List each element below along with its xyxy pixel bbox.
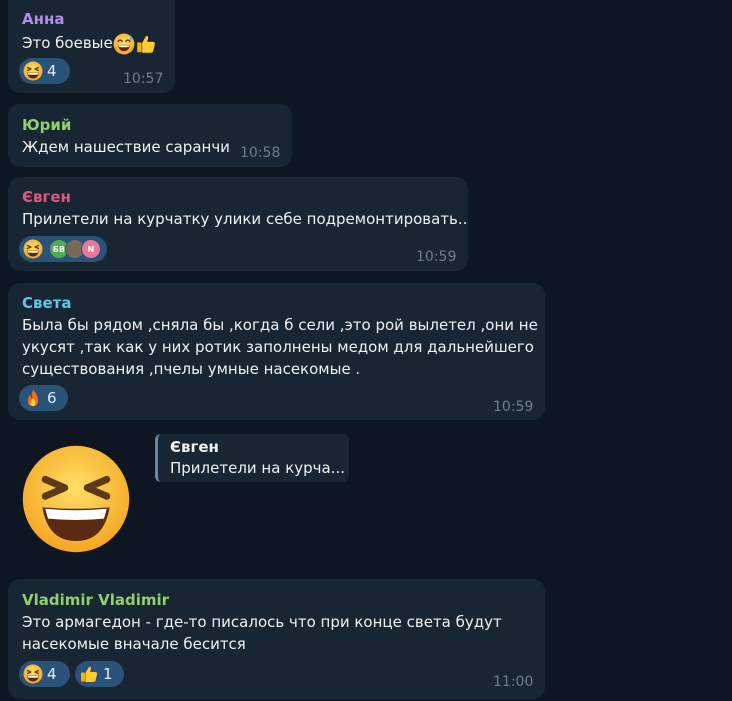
reply-text: Прилетели на курча... [170, 459, 346, 477]
message-bubble[interactable]: Анна Это боевые 4 10:57 [8, 0, 175, 93]
grinning-squint-icon [23, 239, 43, 259]
sender-name[interactable]: Анна [22, 10, 64, 28]
reaction-grinning[interactable]: 4 [19, 661, 70, 687]
reaction-count: 4 [47, 62, 57, 80]
reaction-count: 4 [47, 665, 57, 683]
message-text: Это боевые [22, 32, 157, 55]
message-bubble[interactable]: Света Была бы рядом ,сняла бы ,когда б с… [8, 283, 545, 420]
grinning-squint-icon [23, 664, 43, 684]
message-time: 10:57 [123, 71, 164, 87]
reaction-count: 6 [47, 389, 57, 407]
message-time: 10:59 [416, 249, 457, 265]
message-time: 10:59 [493, 399, 534, 415]
message-bubble[interactable]: Vladimir Vladimir Это армагедон - где-то… [8, 579, 545, 699]
reaction-grinning[interactable]: 4 [19, 58, 70, 84]
message-time: 10:58 [240, 145, 281, 161]
big-grinning-squint-emoji[interactable] [20, 443, 132, 555]
reply-sender: Євген [170, 438, 219, 456]
message-time: 11:00 [493, 674, 534, 690]
reply-preview[interactable]: Євген Прилетели на курча... [155, 434, 349, 482]
message-bubble[interactable]: Євген Прилетели на курчатку улики себе п… [8, 177, 468, 271]
sender-name[interactable]: Света [22, 294, 72, 312]
thumbs-up-icon [135, 33, 157, 55]
fire-icon [23, 388, 43, 408]
grinning-sweat-icon [113, 33, 135, 55]
sender-name[interactable]: Юрий [22, 116, 71, 134]
sender-name[interactable]: Vladimir Vladimir [22, 591, 169, 609]
message-text: Ждем нашествие саранчи [22, 138, 230, 156]
reaction-grinning-with-avatars[interactable]: БВ N [19, 236, 107, 262]
message-bubble[interactable]: Юрий Ждем нашествие саранчи 10:58 [8, 104, 292, 167]
message-text: Прилетели на курчатку улики себе подремо… [22, 210, 468, 228]
sender-name[interactable]: Євген [22, 188, 71, 206]
avatar: N [81, 239, 101, 259]
reaction-fire[interactable]: 6 [19, 385, 68, 411]
reaction-count: 1 [103, 665, 113, 683]
message-text: Была бы рядом ,сняла бы ,когда б сели ,э… [22, 316, 538, 378]
reaction-thumbs-up[interactable]: 1 [75, 661, 124, 687]
message-text: Это армагедон - где-то писалось что при … [22, 613, 502, 653]
grinning-squint-icon [23, 61, 43, 81]
thumbs-up-icon [79, 664, 99, 684]
